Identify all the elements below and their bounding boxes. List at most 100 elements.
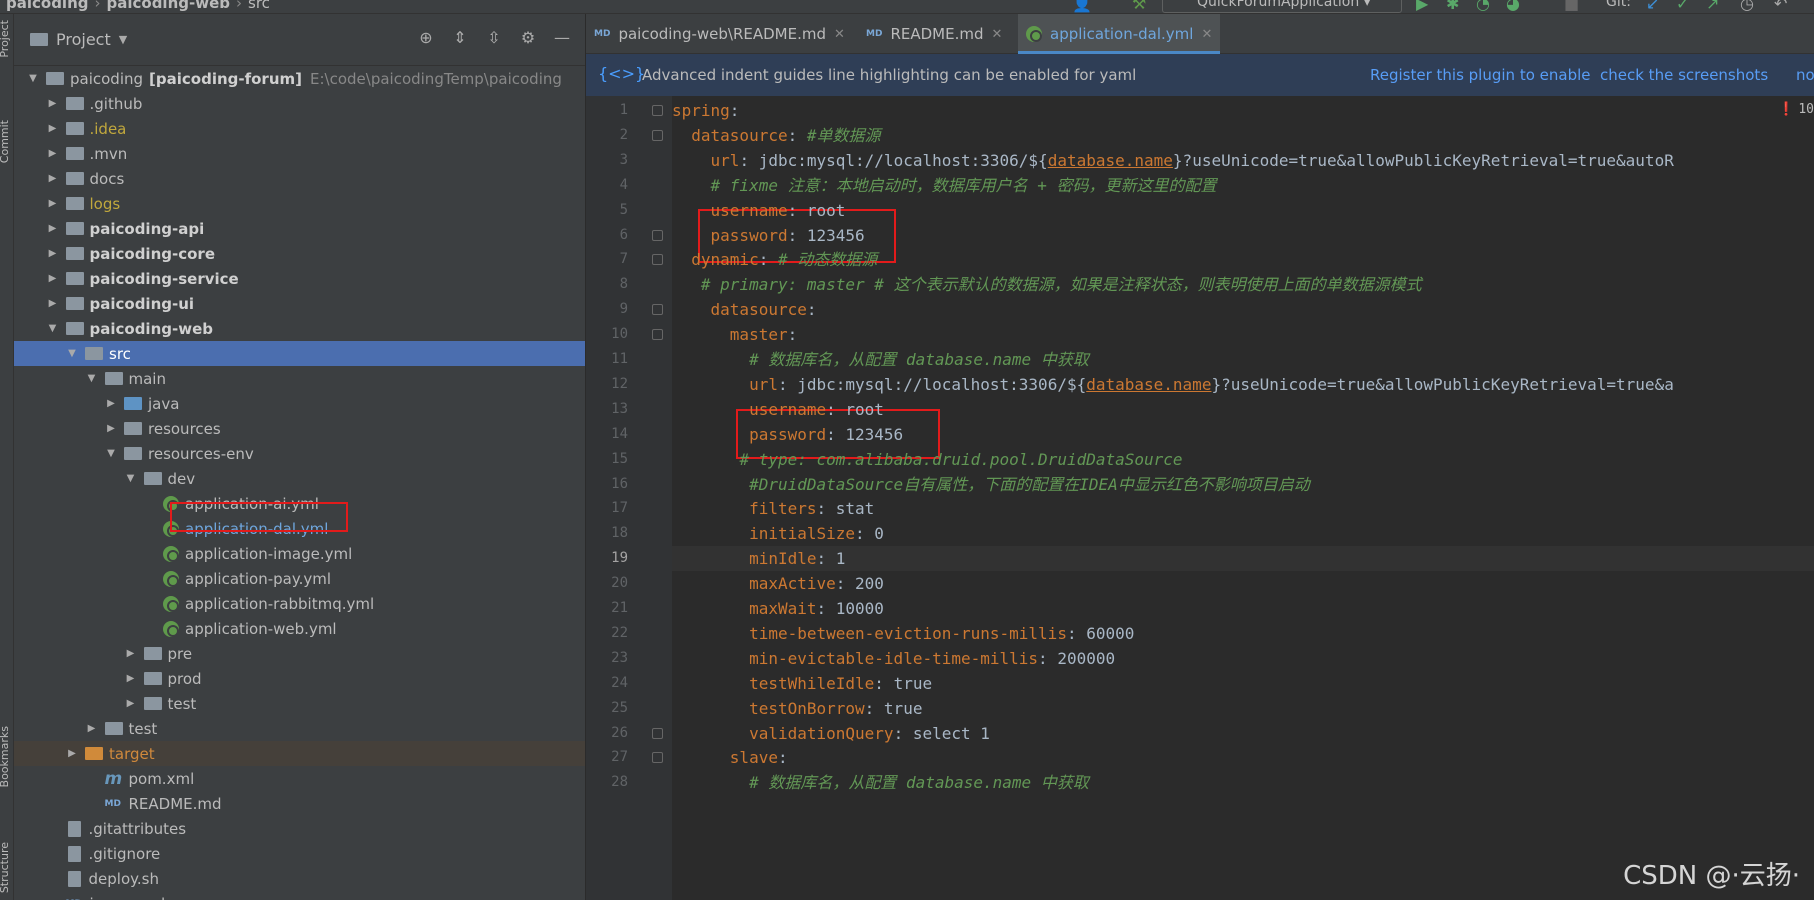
gear-icon[interactable]: ⚙: [516, 28, 540, 47]
tree-item[interactable]: ▼ paicoding-web: [14, 316, 585, 341]
user-icon[interactable]: 👤: [1072, 0, 1092, 13]
chevron-right-icon[interactable]: ▶: [124, 673, 138, 684]
locate-target-icon[interactable]: ⊕: [414, 28, 438, 47]
code-editor[interactable]: 1 2 3 4 5 6 7 8 9 10 11 12 13 14 15 16 17 18 19 20 21 22 23 24 2…: [586, 96, 1814, 900]
check-screenshots-link[interactable]: check the screenshots: [1600, 66, 1768, 84]
close-icon[interactable]: ✕: [991, 27, 1002, 42]
tree-item[interactable]: deploy.sh: [14, 866, 585, 891]
fold-marker-icon[interactable]: [652, 727, 663, 739]
chevron-down-icon[interactable]: ▼: [104, 448, 118, 459]
chevron-right-icon[interactable]: ▶: [85, 723, 99, 734]
chevron-right-icon[interactable]: ▶: [46, 298, 60, 309]
tool-window-project[interactable]: Project: [0, 20, 11, 58]
tree-item[interactable]: MDimage.md: [14, 891, 585, 900]
register-plugin-link[interactable]: Register this plugin to enable: [1370, 66, 1591, 84]
tree-item[interactable]: .gitattributes: [14, 816, 585, 841]
breadcrumb-item[interactable]: src: [248, 0, 270, 12]
tool-window-commit[interactable]: Commit: [0, 120, 11, 163]
chevron-right-icon[interactable]: ▶: [46, 98, 60, 109]
tree-item[interactable]: .gitignore: [14, 841, 585, 866]
fold-marker-icon[interactable]: [652, 304, 663, 316]
tree-item[interactable]: ▶ java: [14, 391, 585, 416]
chevron-right-icon[interactable]: ▶: [46, 123, 60, 134]
tree-item[interactable]: ▶ paicoding-api: [14, 216, 585, 241]
project-view-selector[interactable]: Project ▼: [30, 30, 127, 49]
chevron-down-icon[interactable]: ▼: [85, 373, 99, 384]
chevron-down-icon[interactable]: ▼: [65, 348, 79, 359]
run-icon[interactable]: ▶: [1416, 0, 1428, 13]
chevron-down-icon[interactable]: ▼: [124, 473, 138, 484]
tree-item[interactable]: ▶ docs: [14, 166, 585, 191]
tree-item[interactable]: ▶ pre: [14, 641, 585, 666]
breadcrumb-item[interactable]: paicoding-web: [107, 0, 231, 12]
build-hammer-icon[interactable]: ⚒: [1132, 0, 1146, 13]
tree-item[interactable]: m pom.xml: [14, 766, 585, 791]
tree-item[interactable]: ▶ target: [14, 741, 585, 766]
tree-item[interactable]: ▶ paicoding-service: [14, 266, 585, 291]
tree-item[interactable]: ▶ logs: [14, 191, 585, 216]
tree-item[interactable]: ▶ paicoding-ui: [14, 291, 585, 316]
fold-marker-icon[interactable]: [652, 329, 663, 341]
coverage-icon[interactable]: ◕: [1506, 0, 1520, 13]
chevron-down-icon[interactable]: ▼: [46, 323, 60, 334]
tree-item[interactable]: ▼ resources-env: [14, 441, 585, 466]
run-configuration-select[interactable]: QuickForumApplication ▾: [1162, 0, 1402, 13]
git-commit-icon[interactable]: ✓: [1676, 0, 1689, 13]
tree-item[interactable]: ▶ paicoding-core: [14, 241, 585, 266]
tree-item[interactable]: ▶ .github: [14, 91, 585, 116]
git-update-icon[interactable]: ↙: [1646, 0, 1659, 13]
chevron-down-icon[interactable]: ▼: [26, 73, 40, 84]
chevron-right-icon[interactable]: ▶: [104, 423, 118, 434]
tree-item[interactable]: ▶ .mvn: [14, 141, 585, 166]
chevron-right-icon[interactable]: ▶: [46, 173, 60, 184]
chevron-right-icon[interactable]: ▶: [46, 198, 60, 209]
tree-item[interactable]: MD README.md: [14, 791, 585, 816]
tree-item[interactable]: ▼ dev: [14, 466, 585, 491]
git-push-icon[interactable]: ↗: [1706, 0, 1719, 13]
fold-marker-icon[interactable]: [652, 129, 663, 141]
tree-item[interactable]: ▶ test: [14, 691, 585, 716]
debug-icon[interactable]: ✱: [1446, 0, 1459, 13]
chevron-right-icon[interactable]: ▶: [104, 398, 118, 409]
chevron-right-icon[interactable]: ▶: [124, 698, 138, 709]
profile-icon[interactable]: ◔: [1476, 0, 1490, 13]
fold-marker-icon[interactable]: [652, 254, 663, 266]
minimize-icon[interactable]: —: [550, 28, 574, 47]
tree-item[interactable]: ▶ test: [14, 716, 585, 741]
tree-item[interactable]: ▶ resources: [14, 416, 585, 441]
chevron-right-icon[interactable]: ▶: [65, 748, 79, 759]
chevron-right-icon[interactable]: ▶: [46, 248, 60, 259]
tree-item[interactable]: application-web.yml: [14, 616, 585, 641]
tree-item[interactable]: application-pay.yml: [14, 566, 585, 591]
history-icon[interactable]: ◷: [1740, 0, 1754, 13]
fold-marker-icon[interactable]: [652, 105, 663, 116]
expand-all-icon[interactable]: ⇕: [448, 28, 472, 47]
tree-item[interactable]: ▼ src: [14, 341, 585, 366]
tree-item[interactable]: ▶ .idea: [14, 116, 585, 141]
fold-marker-icon[interactable]: [652, 229, 663, 241]
tree-item[interactable]: ▼ paicoding [paicoding-forum] E:\code\paico…: [14, 66, 585, 91]
close-icon[interactable]: ✕: [834, 27, 845, 42]
tree-item[interactable]: application-rabbitmq.yml: [14, 591, 585, 616]
chevron-right-icon[interactable]: ▶: [46, 148, 60, 159]
tree-item[interactable]: application-image.yml: [14, 541, 585, 566]
chevron-right-icon[interactable]: ▶: [124, 648, 138, 659]
tree-item[interactable]: application-dal.yml: [14, 516, 585, 541]
breadcrumb-item[interactable]: paicoding: [6, 0, 89, 12]
rollback-icon[interactable]: ↶: [1774, 0, 1787, 13]
collapse-all-icon[interactable]: ⇳: [482, 28, 506, 47]
tool-window-bookmarks[interactable]: Bookmarks: [0, 726, 11, 787]
stop-icon[interactable]: ■: [1564, 0, 1579, 13]
tool-window-structure[interactable]: Structure: [0, 842, 11, 893]
editor-tab[interactable]: application-dal.yml ✕: [1018, 14, 1221, 54]
editor-tab[interactable]: MD paicoding-web\README.md ✕: [586, 14, 853, 54]
tree-item[interactable]: ▶ prod: [14, 666, 585, 691]
close-icon[interactable]: ✕: [1201, 27, 1212, 42]
chevron-right-icon[interactable]: ▶: [46, 273, 60, 284]
fold-marker-icon[interactable]: [652, 752, 663, 764]
editor-tab[interactable]: MD README.md ✕: [858, 14, 1010, 54]
tree-item[interactable]: application-ai.yml: [14, 491, 585, 516]
tree-item[interactable]: ▼ main: [14, 366, 585, 391]
chevron-right-icon[interactable]: ▶: [46, 223, 60, 234]
notification-more-link[interactable]: no: [1796, 66, 1814, 84]
